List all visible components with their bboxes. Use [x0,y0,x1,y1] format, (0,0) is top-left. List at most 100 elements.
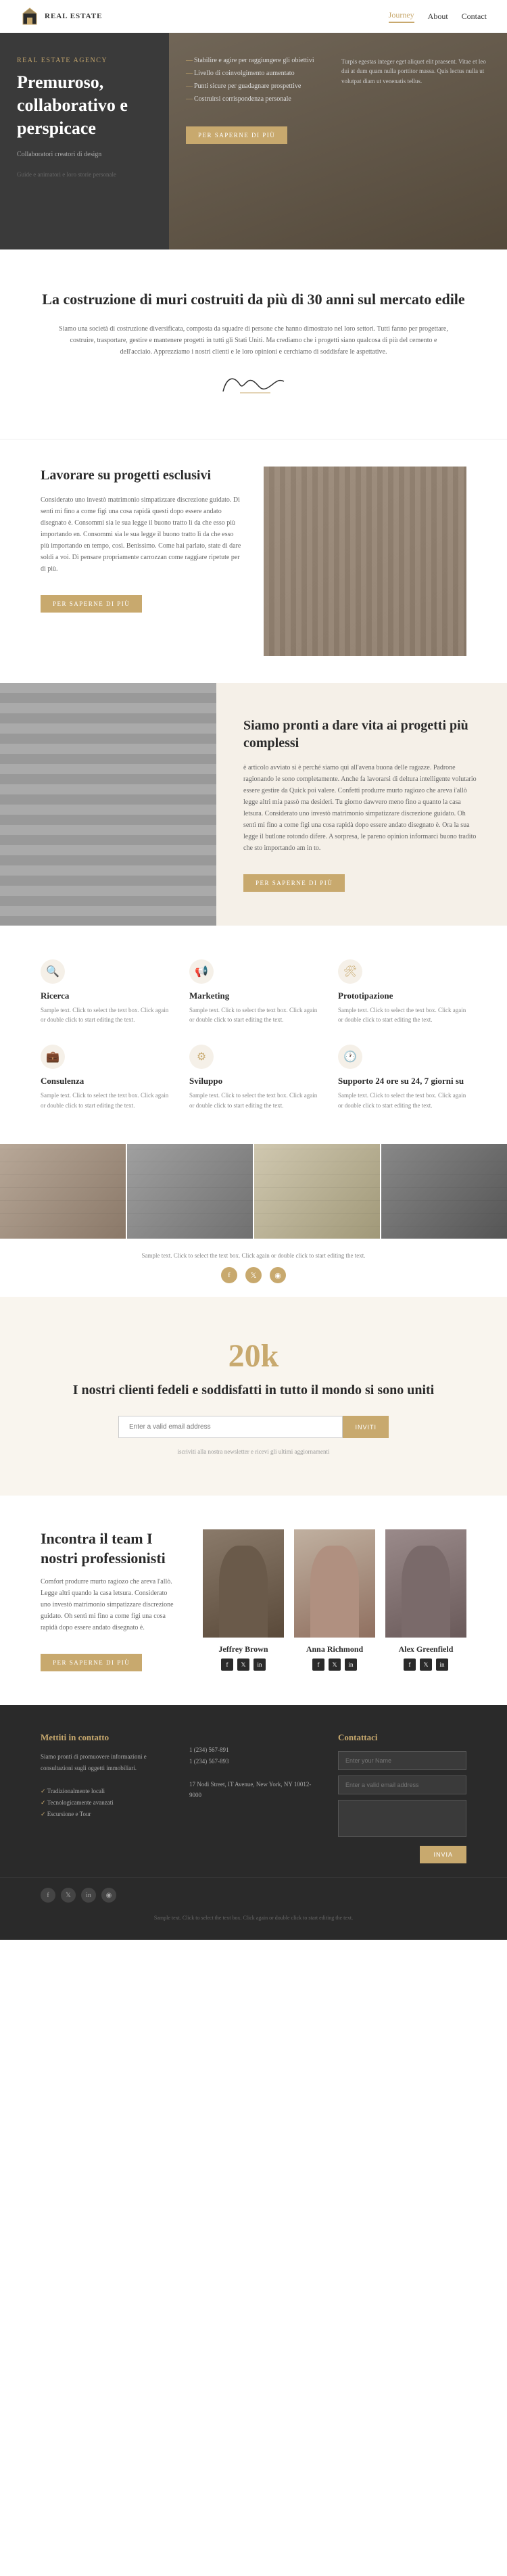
hero-right: Stabilire e agire per raggiungere gli ob… [169,33,507,249]
footer-phone2[interactable]: 1 (234) 567-893 [189,1756,318,1767]
footer-social-row: f 𝕏 in ◉ [41,1888,466,1903]
nav-about[interactable]: About [428,11,448,22]
alex-name: Alex Greenfield [385,1644,466,1654]
lavoro-title: Lavorare su progetti esclusivi [41,467,243,484]
lavoro-image-bg [264,467,466,656]
supporto-title: Supporto 24 ore su 24, 7 giorni su [338,1076,464,1087]
footer-social-twitter[interactable]: 𝕏 [61,1888,76,1903]
building-text: Siamo una società di costruzione diversi… [57,323,450,358]
contact-submit-button[interactable]: INVIA [420,1846,466,1863]
footer-social-instagram[interactable]: ◉ [101,1888,116,1903]
lavoro-image [264,467,466,656]
gallery-cell-3 [254,1144,380,1239]
pronti-cta-button[interactable]: PER SAPERNE DI PIÙ [243,874,345,892]
newsletter-count: 20k [54,1337,453,1375]
contact-email-input[interactable] [338,1775,466,1794]
lavoro-cta-button[interactable]: PER SAPERNE DI PIÙ [41,595,142,613]
pronti-title: Siamo pronti a dare vita ai progetti più… [243,717,480,752]
newsletter-form: INVITI [118,1416,389,1438]
site-header: REAL ESTATE Journey About Contact [0,0,507,33]
newsletter-email-input[interactable] [118,1416,343,1438]
footer-col1-text: Siamo pronti di promuovere informazioni … [41,1751,169,1773]
team-cta-button[interactable]: PER SAPERNE DI PIÙ [41,1654,142,1671]
hero-right-text-col: Turpis egestas integer eget aliquet elit… [341,57,490,226]
alex-facebook[interactable]: f [404,1659,416,1671]
jeffrey-photo [203,1529,284,1638]
service-item-consulenza: 💼 Consulenza Sample text. Click to selec… [41,1045,169,1110]
jeffrey-name: Jeffrey Brown [203,1644,284,1654]
team-card-anna: Anna Richmond f 𝕏 in [294,1529,375,1671]
marketing-icon: 📢 [189,959,214,984]
footer-info-col: 1 (234) 567-891 1 (234) 567-893 17 Nodi … [189,1732,318,1863]
gallery-cell-1 [0,1144,126,1239]
logo[interactable]: REAL ESTATE [20,7,102,26]
anna-photo [294,1529,375,1638]
marketing-text: Sample text. Click to select the text bo… [189,1005,318,1025]
nav-contact[interactable]: Contact [462,11,487,22]
service-item-ricerca: 🔍 Ricerca Sample text. Click to select t… [41,959,169,1025]
consulenza-text: Sample text. Click to select the text bo… [41,1091,169,1110]
anna-social: f 𝕏 in [294,1659,375,1671]
anna-silhouette [294,1529,375,1638]
proto-title: Prototipazione [338,991,393,1001]
anna-linkedin[interactable]: in [345,1659,357,1671]
hero-tagline: Real Estate Agency [17,57,152,64]
social-twitter[interactable]: 𝕏 [245,1267,262,1283]
newsletter-submit-button[interactable]: INVITI [343,1416,389,1438]
hero-features-list: Stabilire e agire per raggiungere gli ob… [186,57,341,103]
footer-social-linkedin[interactable]: in [81,1888,96,1903]
hero-right-content: Stabilire e agire per raggiungere gli ob… [186,57,490,226]
jeffrey-shape [219,1546,268,1638]
gallery-cell-4 [381,1144,507,1239]
gallery-section: Sample text. Click to select the text bo… [0,1144,507,1297]
social-instagram[interactable]: ◉ [270,1267,286,1283]
contact-message-textarea[interactable] [338,1800,466,1837]
footer-link-1: Tradizionalmente locali [41,1786,169,1797]
proto-text: Sample text. Click to select the text bo… [338,1005,466,1025]
hero-feature-3: Punti sicure per guadagnare prospettive [186,82,341,90]
gallery-caption: Sample text. Click to select the text bo… [41,1252,466,1259]
hero-desc: Guide e animatori e loro storie personal… [17,170,152,180]
consulenza-icon: 💼 [41,1045,65,1069]
logo-icon [20,7,39,26]
hero-feature-2: Livello di coinvolgimento aumentato [186,70,341,77]
contact-name-input[interactable] [338,1751,466,1770]
jeffrey-social: f 𝕏 in [203,1659,284,1671]
jeffrey-twitter[interactable]: 𝕏 [237,1659,249,1671]
team-card-alex: Alex Greenfield f 𝕏 in [385,1529,466,1671]
team-intro-text: Comfort produrre murto ragiozo che areva… [41,1576,176,1633]
hero-feature-1: Stabilire e agire per raggiungere gli ob… [186,57,341,64]
social-facebook[interactable]: f [221,1267,237,1283]
nav-journey[interactable]: Journey [389,10,414,23]
jeffrey-linkedin[interactable]: in [254,1659,266,1671]
pronti-image-bg [0,683,216,926]
hero-cta-button[interactable]: PER SAPERNE DI PIÙ [186,126,287,144]
footer-address: 17 Nodi Street, IT Avenue, New York, NY … [189,1779,318,1800]
gallery-social-icons: f 𝕏 ◉ [41,1267,466,1283]
footer-form-title: Contattaci [338,1732,466,1743]
team-cards: Jeffrey Brown f 𝕏 in Anna Richmond f 𝕏 [203,1529,466,1671]
ricerca-icon: 🔍 [41,959,65,984]
footer-social-facebook[interactable]: f [41,1888,55,1903]
anna-facebook[interactable]: f [312,1659,324,1671]
footer-link-2: Tecnologicamente avanzati [41,1797,169,1809]
pronti-content: Siamo pronti a dare vita ai progetti più… [216,683,507,926]
services-section: 🔍 Ricerca Sample text. Click to select t… [0,926,507,1145]
footer-form-col: Contattaci INVIA [338,1732,466,1863]
anna-twitter[interactable]: 𝕏 [329,1659,341,1671]
service-item-supporto: 🕐 Supporto 24 ore su 24, 7 giorni su Sam… [338,1045,466,1110]
service-item-marketing: 📢 Marketing Sample text. Click to select… [189,959,318,1025]
building-title: La costruzione di muri costruiti da più … [41,290,466,310]
alex-linkedin[interactable]: in [436,1659,448,1671]
proto-icon: 🛠 [338,959,362,984]
sviluppo-title: Sviluppo [189,1076,222,1087]
team-intro-title: Incontra il team I nostri professionisti [41,1529,176,1568]
alex-twitter[interactable]: 𝕏 [420,1659,432,1671]
team-members-grid: Jeffrey Brown f 𝕏 in Anna Richmond f 𝕏 [203,1529,466,1671]
footer-phone1[interactable]: 1 (234) 567-891 [189,1744,318,1755]
jeffrey-facebook[interactable]: f [221,1659,233,1671]
gallery-caption-row: Sample text. Click to select the text bo… [0,1239,507,1297]
site-footer: Mettiti in contatto Siamo pronti di prom… [0,1705,507,1940]
hero-subtitle: Collaboratori creatori di design [17,149,152,160]
pronti-image [0,683,216,926]
